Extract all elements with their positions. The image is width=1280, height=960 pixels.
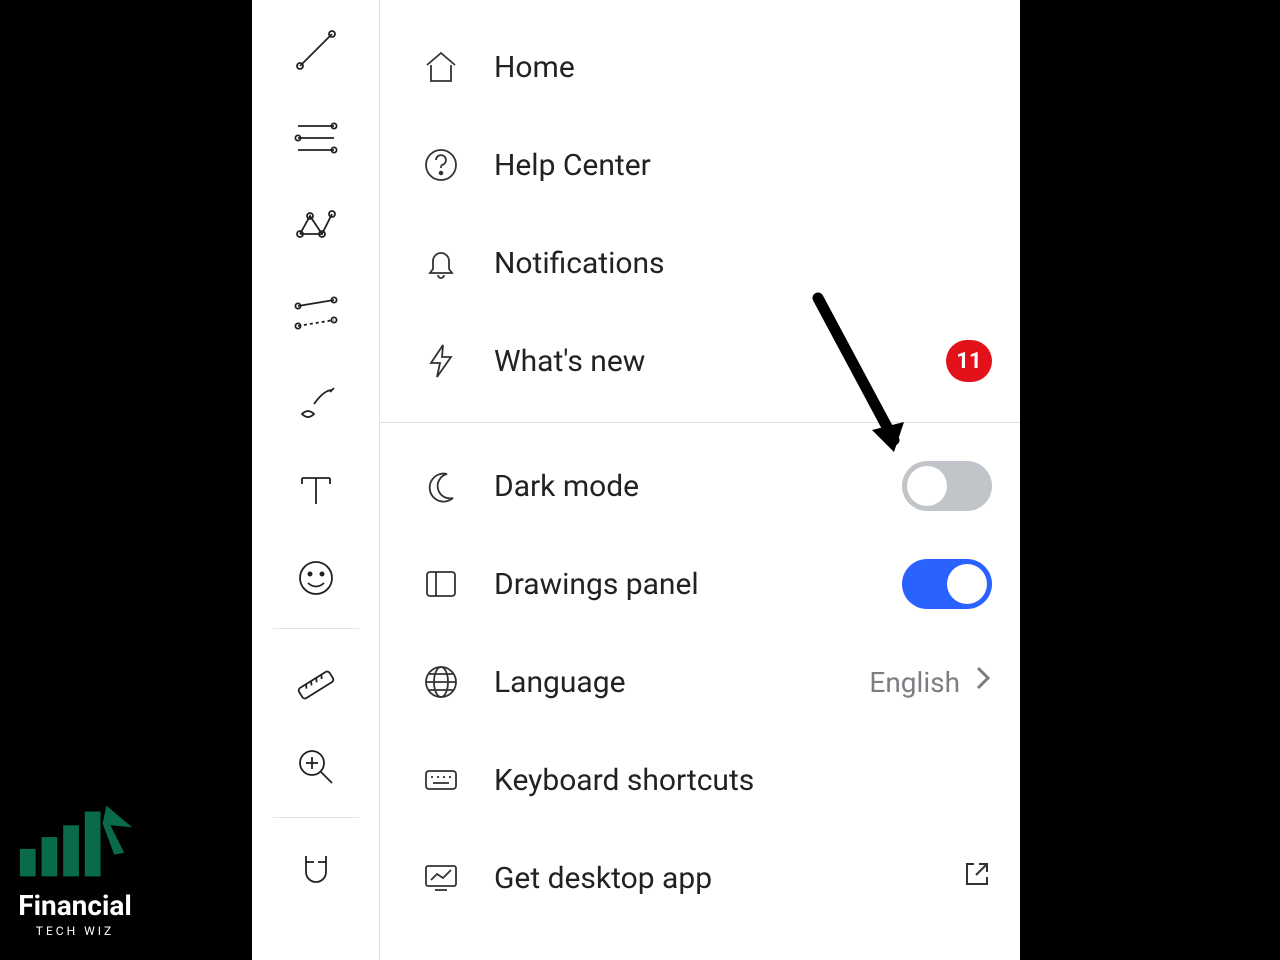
brand-sub: TECH WIZ [16, 924, 134, 938]
text-tool[interactable] [288, 462, 344, 518]
pattern-tool[interactable] [288, 198, 344, 254]
bell-icon [418, 240, 464, 286]
home-icon [418, 44, 464, 90]
menu-divider [380, 422, 1020, 423]
watermark-logo: Financial TECH WIZ [16, 803, 134, 938]
zoom-in-tool[interactable] [288, 739, 344, 795]
menu-label: Help Center [494, 148, 992, 183]
dark-mode-toggle[interactable] [902, 461, 992, 511]
help-icon [418, 142, 464, 188]
emoji-tool[interactable] [288, 550, 344, 606]
ruler-tool[interactable] [288, 651, 344, 707]
globe-icon [418, 659, 464, 705]
menu-item-dark-mode[interactable]: Dark mode [380, 437, 1020, 535]
menu-item-keyboard-shortcuts[interactable]: Keyboard shortcuts [380, 731, 1020, 829]
whats-new-badge: 11 [946, 340, 992, 382]
panel-icon [418, 561, 464, 607]
menu-label: Language [494, 665, 869, 700]
magnet-tool[interactable] [288, 840, 344, 896]
line-tool[interactable] [288, 22, 344, 78]
toolbar-divider [273, 628, 359, 629]
forecast-tool[interactable] [288, 286, 344, 342]
desktop-chart-icon [418, 855, 464, 901]
menu-label: Drawings panel [494, 567, 902, 602]
chevron-right-icon [974, 664, 992, 700]
menu-label: Keyboard shortcuts [494, 763, 992, 798]
parallel-lines-tool[interactable] [288, 110, 344, 166]
menu-label: Notifications [494, 246, 992, 281]
brand-name: Financial [16, 889, 134, 922]
drawing-toolbar [252, 0, 380, 960]
menu-item-notifications[interactable]: Notifications [380, 214, 1020, 312]
language-value: English [869, 666, 960, 699]
menu-label: Dark mode [494, 469, 902, 504]
keyboard-icon [418, 757, 464, 803]
menu-label: Home [494, 50, 992, 85]
moon-icon [418, 463, 464, 509]
menu-label: What's new [494, 344, 946, 379]
drawings-panel-toggle[interactable] [902, 559, 992, 609]
menu-item-language[interactable]: Language English [380, 633, 1020, 731]
app-window: Home Help Center Notifications What's ne… [252, 0, 1020, 960]
menu-item-home[interactable]: Home [380, 18, 1020, 116]
external-link-icon [962, 859, 992, 897]
menu-item-get-desktop-app[interactable]: Get desktop app [380, 829, 1020, 927]
settings-menu: Home Help Center Notifications What's ne… [380, 0, 1020, 960]
menu-item-whats-new[interactable]: What's new 11 [380, 312, 1020, 410]
toolbar-divider [273, 817, 359, 818]
brush-tool[interactable] [288, 374, 344, 430]
menu-item-help-center[interactable]: Help Center [380, 116, 1020, 214]
lightning-icon [418, 338, 464, 384]
menu-label: Get desktop app [494, 861, 962, 896]
menu-item-drawings-panel[interactable]: Drawings panel [380, 535, 1020, 633]
